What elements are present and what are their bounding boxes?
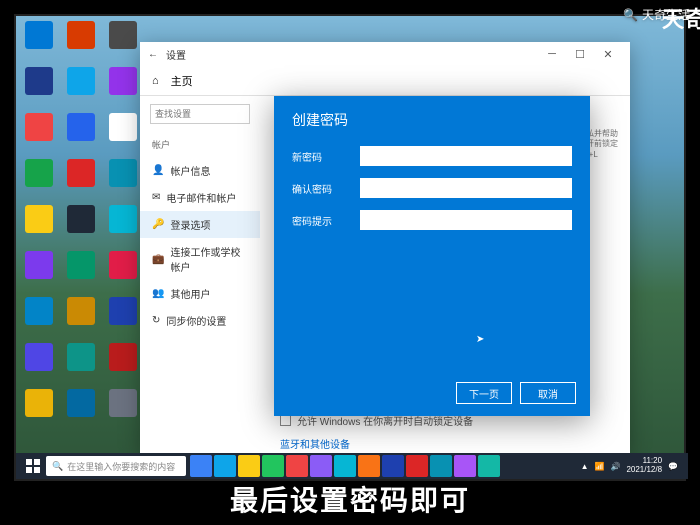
close-button[interactable]: ✕ — [594, 48, 622, 61]
desktop-icon[interactable] — [21, 159, 57, 199]
video-subtitle: 最后设置密码即可 — [0, 479, 700, 519]
desktop-icon[interactable] — [105, 67, 141, 107]
confirm-password-input[interactable] — [360, 178, 572, 198]
desktop-icon[interactable] — [63, 389, 99, 429]
autolock-checkbox[interactable] — [280, 415, 291, 426]
desktop-icon[interactable] — [63, 205, 99, 245]
home-icon[interactable]: ⌂ — [152, 75, 159, 87]
desktop-icon[interactable] — [105, 251, 141, 291]
bluetooth-link[interactable]: 蓝牙和其他设备 — [280, 436, 500, 451]
desktop-icon[interactable] — [105, 205, 141, 245]
create-password-dialog: 创建密码 新密码 确认密码 密码提示 下一页 取消 — [274, 96, 590, 416]
maximize-button[interactable]: ☐ — [566, 48, 594, 61]
new-password-label: 新密码 — [292, 149, 346, 164]
dialog-title: 创建密码 — [274, 96, 590, 140]
sidebar-item-other-users[interactable]: 👥其他用户 — [140, 280, 260, 307]
desktop-icon[interactable] — [21, 389, 57, 429]
settings-search-input[interactable] — [150, 104, 250, 124]
desktop-icon[interactable] — [21, 21, 57, 61]
taskbar-app-icon[interactable] — [358, 455, 380, 477]
minimize-button[interactable]: ─ — [538, 48, 566, 60]
desktop-icon[interactable] — [105, 113, 141, 153]
settings-sidebar: 帐户 👤帐户信息 ✉电子邮件和帐户 🔑登录选项 💼连接工作或学校帐户 👥其他用户… — [140, 96, 260, 454]
taskbar-app-icon[interactable] — [286, 455, 308, 477]
desktop-icon[interactable] — [21, 205, 57, 245]
sidebar-item-work-school[interactable]: 💼连接工作或学校帐户 — [140, 238, 260, 280]
sync-icon: ↻ — [152, 315, 160, 326]
desktop-icon[interactable] — [105, 21, 141, 61]
desktop-icon[interactable] — [63, 159, 99, 199]
password-hint-label: 密码提示 — [292, 213, 346, 228]
windows-logo-icon — [26, 459, 40, 473]
search-icon: 🔍 — [52, 461, 63, 472]
clock-date: 2021/12/8 — [626, 466, 662, 475]
desktop-icon[interactable] — [105, 297, 141, 337]
desktop-icon[interactable] — [105, 159, 141, 199]
search-placeholder: 在这里输入你要搜索的内容 — [67, 460, 175, 473]
desktop-icon[interactable] — [21, 67, 57, 107]
desktop-icon[interactable] — [21, 113, 57, 153]
taskbar-app-icon[interactable] — [454, 455, 476, 477]
cancel-button[interactable]: 取消 — [520, 382, 576, 404]
desktop-icon[interactable] — [63, 67, 99, 107]
mouse-cursor-icon: ➤ — [476, 334, 484, 345]
back-icon[interactable]: ← — [148, 49, 158, 60]
desktop-icon[interactable] — [21, 251, 57, 291]
person-icon: 👤 — [152, 165, 164, 176]
taskbar-app-icon[interactable] — [430, 455, 452, 477]
new-password-input[interactable] — [360, 146, 572, 166]
desktop-icon[interactable] — [21, 343, 57, 383]
tray-icon[interactable]: ▲ — [581, 462, 589, 471]
desktop: ← 设置 ─ ☐ ✕ ⌂ 主页 帐户 👤帐户信息 ✉电子邮件和帐户 🔑登录选项 … — [14, 14, 686, 481]
taskview-icon[interactable] — [190, 455, 212, 477]
password-hint-input[interactable] — [360, 210, 572, 230]
taskbar: 🔍 在这里输入你要搜索的内容 ▲ 📶 🔊 11:20 2021/12/8 — [16, 453, 688, 479]
desktop-icon[interactable] — [21, 297, 57, 337]
desktop-icon[interactable] — [63, 251, 99, 291]
settings-toolbar: ⌂ 主页 — [140, 66, 630, 96]
taskbar-app-icon[interactable] — [382, 455, 404, 477]
desktop-icon[interactable] — [63, 113, 99, 153]
home-label[interactable]: 主页 — [171, 73, 193, 89]
desktop-icon[interactable] — [63, 297, 99, 337]
confirm-password-label: 确认密码 — [292, 181, 346, 196]
sidebar-item-account-info[interactable]: 👤帐户信息 — [140, 157, 260, 184]
taskbar-app-icon[interactable] — [262, 455, 284, 477]
desktop-icon[interactable] — [105, 343, 141, 383]
sidebar-item-signin-options[interactable]: 🔑登录选项 — [140, 211, 260, 238]
taskbar-app-icon[interactable] — [406, 455, 428, 477]
taskbar-search-input[interactable]: 🔍 在这里输入你要搜索的内容 — [46, 456, 186, 476]
mail-icon: ✉ — [152, 192, 160, 203]
sidebar-item-sync[interactable]: ↻同步你的设置 — [140, 307, 260, 334]
briefcase-icon: 💼 — [152, 254, 164, 265]
people-icon: 👥 — [152, 288, 164, 299]
window-title: 设置 — [166, 47, 538, 62]
key-icon: 🔑 — [152, 219, 164, 230]
taskbar-app-icon[interactable] — [478, 455, 500, 477]
taskbar-app-icon[interactable] — [310, 455, 332, 477]
desktop-icon[interactable] — [105, 389, 141, 429]
taskbar-app-icon[interactable] — [238, 455, 260, 477]
network-icon[interactable]: 📶 — [595, 462, 605, 471]
watermark-search-icon: 🔍 — [623, 8, 638, 22]
taskbar-app-icon[interactable] — [214, 455, 236, 477]
taskbar-app-icon[interactable] — [334, 455, 356, 477]
desktop-icon[interactable] — [63, 21, 99, 61]
notification-icon[interactable]: 💬 — [668, 462, 678, 471]
window-titlebar: ← 设置 ─ ☐ ✕ — [140, 42, 630, 66]
sidebar-item-email[interactable]: ✉电子邮件和帐户 — [140, 184, 260, 211]
system-tray[interactable]: ▲ 📶 🔊 11:20 2021/12/8 💬 — [581, 457, 684, 475]
sidebar-section: 帐户 — [140, 132, 260, 157]
start-button[interactable] — [20, 453, 46, 479]
desktop-icons-area — [21, 21, 151, 461]
volume-icon[interactable]: 🔊 — [610, 462, 620, 471]
desktop-icon[interactable] — [63, 343, 99, 383]
watermark-edge-text: 天奇 — [662, 2, 700, 34]
next-button[interactable]: 下一页 — [456, 382, 512, 404]
